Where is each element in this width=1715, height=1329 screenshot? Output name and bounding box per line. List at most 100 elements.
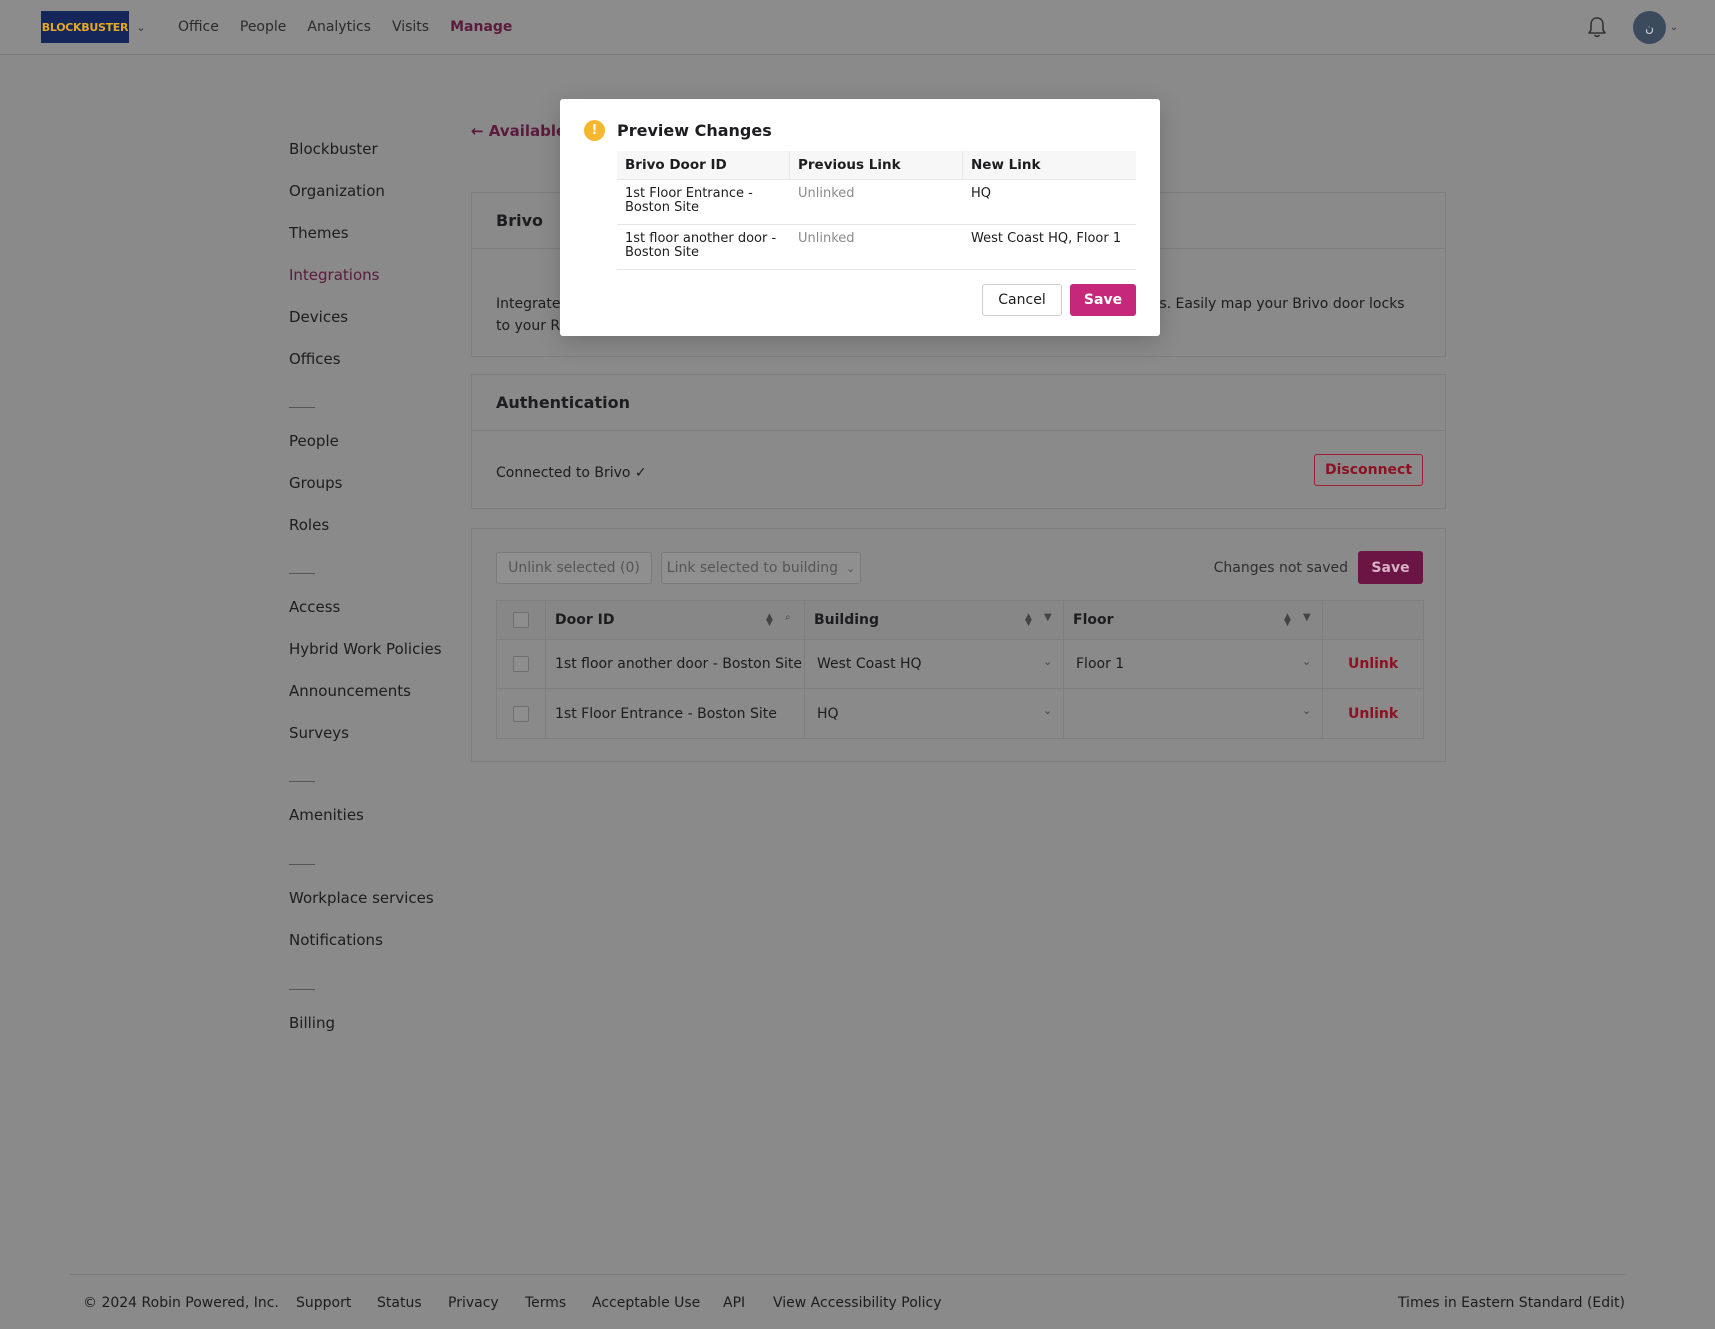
chevron-down-icon[interactable]: ⌄ (1043, 704, 1052, 717)
column-header-floor[interactable]: Floor (1073, 601, 1114, 639)
timezone-setting[interactable]: Times in Eastern Standard (Edit) (1398, 1295, 1625, 1311)
sidebar-item-devices[interactable]: Devices (289, 308, 348, 326)
column-header-new-link: New Link (971, 157, 1041, 173)
blockbuster-logo[interactable]: BLOCKBUSTER (41, 11, 129, 43)
door-id-cell: 1st floor another door - Boston Site (555, 656, 802, 672)
sidebar-item-access[interactable]: Access (289, 598, 340, 616)
sidebar-item-notifications[interactable]: Notifications (289, 931, 383, 949)
building-select-value: West Coast HQ (817, 656, 922, 672)
building-select[interactable]: West Coast HQ (817, 640, 1057, 688)
preview-table-header: Brivo Door ID Previous Link New Link (617, 151, 1136, 180)
chevron-down-icon[interactable]: ⌄ (1043, 655, 1052, 668)
filter-icon[interactable]: ▼ (1044, 612, 1052, 623)
save-button[interactable]: Save (1358, 551, 1423, 584)
back-to-available-link[interactable]: ← Available (471, 122, 566, 140)
table-row: 1st Floor Entrance - Boston Site HQ ⌄ ⌄ … (497, 689, 1423, 738)
select-all-checkbox[interactable] (513, 612, 529, 628)
sidebar-item-amenities[interactable]: Amenities (289, 806, 364, 824)
nav-visits[interactable]: Visits (392, 19, 429, 35)
sidebar-item-integrations[interactable]: Integrations (289, 266, 379, 284)
sidebar-item-surveys[interactable]: Surveys (289, 724, 349, 742)
warning-icon: ! (584, 120, 605, 141)
sidebar-item-groups[interactable]: Groups (289, 474, 342, 492)
sidebar-item-blockbuster[interactable]: Blockbuster (289, 140, 378, 158)
footer-link-privacy[interactable]: Privacy (448, 1295, 499, 1311)
sort-icon[interactable]: ▲ ▼ (766, 613, 773, 628)
floor-select[interactable] (1076, 689, 1316, 738)
cancel-button[interactable]: Cancel (982, 284, 1062, 316)
chevron-down-icon[interactable]: ⌄ (1668, 17, 1680, 37)
nav-office[interactable]: Office (178, 19, 219, 35)
link-selected-dropdown[interactable]: Link selected to building ⌄ (661, 552, 861, 584)
table-header: Door ID ▲ ▼ ⌕ Building ▲ ▼ ▼ Floor ▲ ▼ ▼ (497, 601, 1423, 640)
floor-select[interactable]: Floor 1 (1076, 640, 1316, 688)
building-select[interactable]: HQ (817, 689, 1057, 738)
preview-changes-modal: ! Preview Changes Brivo Door ID Previous… (560, 99, 1160, 336)
select-all-cell (513, 601, 529, 639)
changes-status: Changes not saved (1213, 560, 1348, 576)
unlink-button[interactable]: Unlink (1348, 640, 1398, 688)
sidebar-item-organization[interactable]: Organization (289, 182, 385, 200)
preview-new-link: HQ (971, 186, 992, 201)
footer-link-support[interactable]: Support (296, 1295, 351, 1311)
preview-door-id: 1st Floor Entrance - Boston Site (625, 187, 753, 215)
sidebar-item-offices[interactable]: Offices (289, 350, 341, 368)
sidebar-item-themes[interactable]: Themes (289, 224, 349, 242)
preview-table: Brivo Door ID Previous Link New Link 1st… (617, 151, 1136, 270)
building-select-value: HQ (817, 705, 839, 722)
brivo-description: ytics. Easily map your Brivo door locks … (1134, 271, 1434, 337)
sidebar-item-billing[interactable]: Billing (289, 1014, 335, 1032)
filter-icon[interactable]: ▼ (1303, 612, 1311, 623)
column-header-building[interactable]: Building (814, 601, 879, 639)
brivo-description-line: Integrates (496, 296, 562, 312)
preview-new-link: West Coast HQ, Floor 1 (971, 231, 1122, 246)
sidebar-divider (289, 407, 315, 408)
row-select-cell (513, 640, 529, 688)
nav-analytics[interactable]: Analytics (307, 19, 371, 35)
floor-select-value: Floor 1 (1076, 656, 1125, 672)
modal-save-button[interactable]: Save (1070, 284, 1136, 316)
sidebar-item-workplace-services[interactable]: Workplace services (289, 889, 434, 907)
avatar[interactable]: ن (1633, 11, 1666, 44)
footer-link-accessibility[interactable]: View Accessibility Policy (773, 1295, 942, 1311)
chevron-down-icon[interactable]: ⌄ (134, 17, 148, 37)
sidebar-divider (289, 864, 315, 865)
link-selected-label: Link selected to building (666, 560, 839, 576)
column-header-brivo-door-id: Brivo Door ID (625, 157, 727, 173)
unlink-button[interactable]: Unlink (1348, 689, 1398, 738)
unlink-selected-button[interactable]: Unlink selected (0) (496, 552, 652, 584)
door-table: Door ID ▲ ▼ ⌕ Building ▲ ▼ ▼ Floor ▲ ▼ ▼ 1s… (496, 600, 1424, 739)
sidebar-item-announcements[interactable]: Announcements (289, 682, 411, 700)
chevron-down-icon: ⌄ (846, 561, 856, 575)
footer-link-acceptable-use[interactable]: Acceptable Use (592, 1295, 700, 1311)
preview-row: 1st floor another door - Boston Site Unl… (617, 225, 1136, 270)
disconnect-button[interactable]: Disconnect (1314, 454, 1423, 486)
footer-link-status[interactable]: Status (377, 1295, 422, 1311)
door-id-cell: 1st Floor Entrance - Boston Site (555, 705, 777, 722)
sidebar-item-roles[interactable]: Roles (289, 516, 329, 534)
preview-row: 1st Floor Entrance - Boston Site Unlinke… (617, 180, 1136, 225)
bell-icon[interactable] (1586, 15, 1608, 39)
sidebar-divider (289, 573, 315, 574)
preview-door-id-line: Boston Site (625, 245, 700, 260)
nav-manage[interactable]: Manage (450, 19, 512, 35)
preview-previous-link: Unlinked (798, 231, 855, 246)
authentication-card-title: Authentication (472, 375, 1445, 431)
sidebar-item-hybrid-work-policies[interactable]: Hybrid Work Policies (289, 640, 442, 658)
chevron-down-icon[interactable]: ⌄ (1302, 655, 1311, 668)
sort-icon[interactable]: ▲ ▼ (1025, 613, 1032, 628)
row-select-cell (513, 689, 529, 738)
search-icon[interactable]: ⌕ (785, 612, 791, 623)
preview-previous-link: Unlinked (798, 186, 855, 201)
table-row: 1st floor another door - Boston Site Wes… (497, 640, 1423, 689)
sidebar-item-people[interactable]: People (289, 432, 339, 450)
footer-link-api[interactable]: API (723, 1295, 745, 1311)
chevron-down-icon[interactable]: ⌄ (1302, 704, 1311, 717)
door-mapping-card: Unlink selected (0) Link selected to bui… (471, 528, 1446, 762)
column-header-door-id[interactable]: Door ID (555, 601, 614, 639)
row-checkbox[interactable] (513, 705, 529, 722)
row-checkbox[interactable] (513, 656, 529, 672)
sort-icon[interactable]: ▲ ▼ (1284, 613, 1291, 628)
nav-people[interactable]: People (240, 19, 287, 35)
footer-link-terms[interactable]: Terms (525, 1295, 566, 1311)
